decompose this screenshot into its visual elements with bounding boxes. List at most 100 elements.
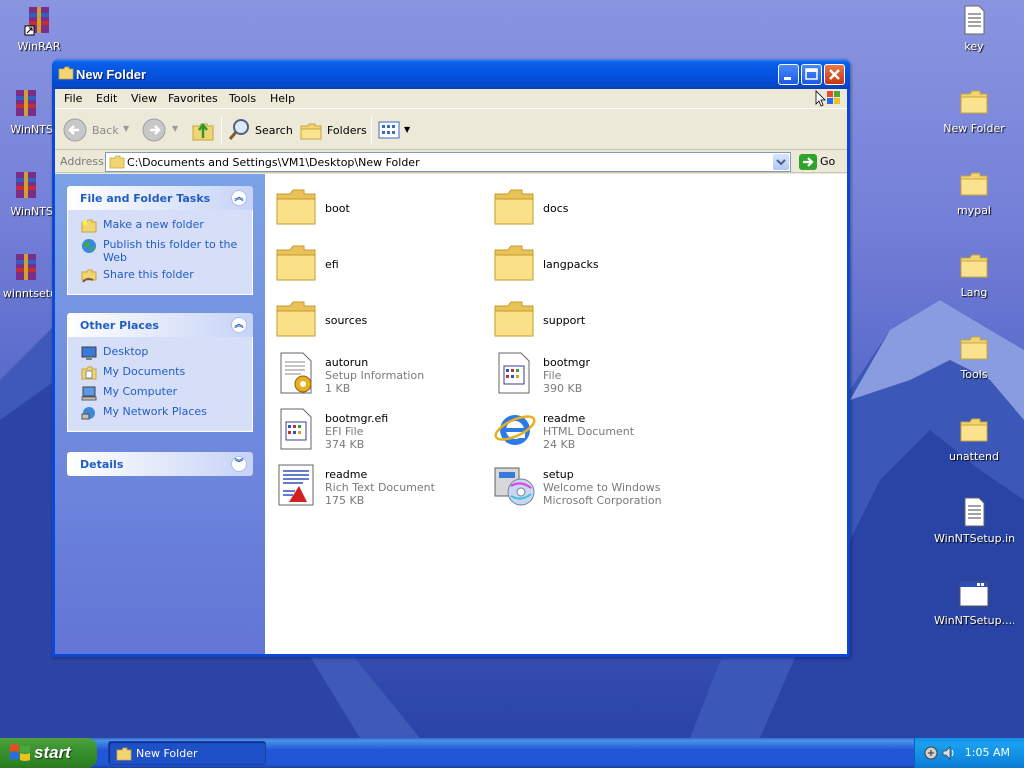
views-button[interactable]: ▼	[377, 118, 413, 142]
desktop-icon-new-folder[interactable]: New Folder	[934, 86, 1014, 135]
up-folder-button[interactable]	[191, 118, 215, 142]
winrar-archive-icon	[16, 172, 36, 198]
panel-title: Details	[80, 458, 124, 471]
file-item-readme[interactable]: readme Rich Text Document 175 KB	[273, 462, 483, 512]
file-item-efi[interactable]: efi	[273, 240, 483, 290]
menu-favorites[interactable]: Favorites	[168, 92, 218, 105]
menu-tools[interactable]: Tools	[229, 92, 256, 105]
my-documents-link[interactable]: My Documents	[68, 365, 252, 385]
forward-dropdown-icon[interactable]: ▼	[172, 124, 178, 133]
desktop-icon	[81, 346, 97, 360]
menu-edit[interactable]: Edit	[96, 92, 117, 105]
desktop-icon-label: WinRAR	[17, 40, 61, 53]
file-item-readme[interactable]: readme HTML Document 24 KB	[491, 406, 701, 456]
tray-app-icon[interactable]	[923, 745, 939, 761]
panel-header[interactable]: File and Folder Tasks ︽	[67, 186, 253, 210]
task-pane: File and Folder Tasks ︽ Make a new folde…	[55, 174, 265, 654]
desktop-icon-tools[interactable]: Tools	[934, 332, 1014, 381]
expand-chevron-icon[interactable]: ︾	[231, 456, 247, 472]
winrar-archive-icon	[16, 90, 36, 116]
folder-icon	[960, 172, 988, 196]
maximize-button[interactable]	[801, 64, 822, 85]
volume-icon[interactable]	[941, 745, 957, 761]
file-size: 24 KB	[543, 438, 576, 451]
desktop-icon-winntsetup-ini[interactable]: WinNTSetup.ini	[934, 496, 1014, 545]
desktop-icon-lang[interactable]: Lang	[934, 250, 1014, 299]
file-item-sources[interactable]: sources	[273, 296, 483, 346]
my-network-places-link[interactable]: My Network Places	[68, 405, 252, 425]
file-list-view: boot docs efi langpacks sources support autoru…	[265, 174, 847, 654]
desktop-icon-winrar[interactable]: WinRAR	[0, 4, 79, 53]
application-window-icon	[959, 581, 989, 607]
file-name: bootmgr	[543, 356, 590, 369]
make-new-folder-link[interactable]: Make a new folder	[68, 218, 252, 238]
file-item-docs[interactable]: docs	[491, 184, 701, 234]
desktop-link[interactable]: Desktop	[68, 345, 252, 365]
back-button[interactable]: Back ▼	[63, 118, 133, 142]
menu-help[interactable]: Help	[270, 92, 295, 105]
folders-button[interactable]: Folders	[299, 118, 367, 142]
network-places-icon	[81, 407, 95, 420]
taskbar-button-new-folder[interactable]: New Folder	[108, 741, 266, 765]
notification-area: 1:05 AM	[914, 738, 1024, 768]
desktop-icon-winntsetup-exe[interactable]: WinNTSetup....	[934, 578, 1014, 627]
panel-header[interactable]: Other Places ︽	[67, 313, 253, 337]
desktop-icon-label: Lang	[960, 286, 988, 299]
search-button[interactable]: Search	[227, 118, 293, 142]
desktop-icon-mypal[interactable]: mypal	[934, 168, 1014, 217]
link-label: Desktop	[103, 345, 149, 358]
file-item-setup[interactable]: setup Welcome to Windows Microsoft Corpora…	[491, 462, 701, 512]
link-label: Publish this folder to the Web	[103, 238, 238, 264]
file-folder-tasks-panel: File and Folder Tasks ︽ Make a new folde…	[67, 186, 253, 295]
menu-file[interactable]: File	[64, 92, 82, 105]
publish-to-web-link[interactable]: Publish this folder to the Web	[68, 238, 252, 268]
back-label: Back	[92, 124, 119, 137]
file-item-bootmgr[interactable]: bootmgr File 390 KB	[491, 350, 701, 400]
folder-icon	[116, 747, 132, 761]
close-button[interactable]	[824, 64, 845, 85]
panel-header[interactable]: Details ︾	[67, 452, 253, 476]
file-item-support[interactable]: support	[491, 296, 701, 346]
file-item-boot[interactable]: boot	[273, 184, 483, 234]
collapse-chevron-icon[interactable]: ︽	[231, 317, 247, 333]
back-dropdown-icon[interactable]: ▼	[123, 124, 129, 133]
file-name: autorun	[325, 356, 369, 369]
share-folder-link[interactable]: Share this folder	[68, 268, 252, 288]
collapse-chevron-icon[interactable]: ︽	[231, 190, 247, 206]
start-button[interactable]: start	[0, 738, 97, 768]
folder-icon	[491, 240, 537, 286]
minimize-button[interactable]	[778, 64, 799, 85]
address-input[interactable]: C:\Documents and Settings\VM1\Desktop\Ne…	[105, 152, 791, 172]
menu-bar: File Edit View Favorites Tools Help	[55, 89, 847, 109]
toolbar-separator	[371, 116, 372, 144]
go-button[interactable]: Go	[796, 152, 844, 172]
explorer-window: New Folder File Edit View Favorites Tool…	[52, 59, 850, 657]
panel-title: File and Folder Tasks	[80, 192, 211, 205]
file-name: readme	[543, 412, 586, 425]
address-bar: Address C:\Documents and Settings\VM1\De…	[55, 151, 847, 173]
link-label: Make a new folder	[103, 218, 204, 231]
globe-icon	[82, 239, 96, 253]
views-dropdown-icon: ▼	[404, 125, 411, 134]
menu-view[interactable]: View	[131, 92, 157, 105]
folder-icon	[491, 296, 537, 342]
chevron-down-icon	[776, 159, 786, 166]
file-item-autorun[interactable]: autorun Setup Information 1 KB	[273, 350, 483, 400]
forward-button[interactable]: ▼	[142, 118, 182, 142]
address-dropdown-button[interactable]	[773, 154, 789, 170]
my-computer-link[interactable]: My Computer	[68, 385, 252, 405]
toolbar-separator	[221, 116, 222, 144]
desktop-icon-key[interactable]: key	[934, 4, 1014, 53]
new-folder-icon	[81, 219, 97, 233]
title-bar[interactable]: New Folder	[52, 59, 850, 89]
windows-flag-icon	[10, 744, 30, 761]
winrar-archive-icon	[16, 254, 36, 280]
address-label: Address	[60, 155, 104, 168]
file-name: efi	[325, 258, 339, 271]
file-size: Microsoft Corporation	[543, 494, 662, 507]
file-item-bootmgr-efi[interactable]: bootmgr.efi EFI File 374 KB	[273, 406, 483, 456]
desktop-icon-unattend[interactable]: unattend	[934, 414, 1014, 463]
file-size: 175 KB	[325, 494, 365, 507]
file-item-langpacks[interactable]: langpacks	[491, 240, 701, 290]
back-arrow-icon	[63, 118, 87, 142]
